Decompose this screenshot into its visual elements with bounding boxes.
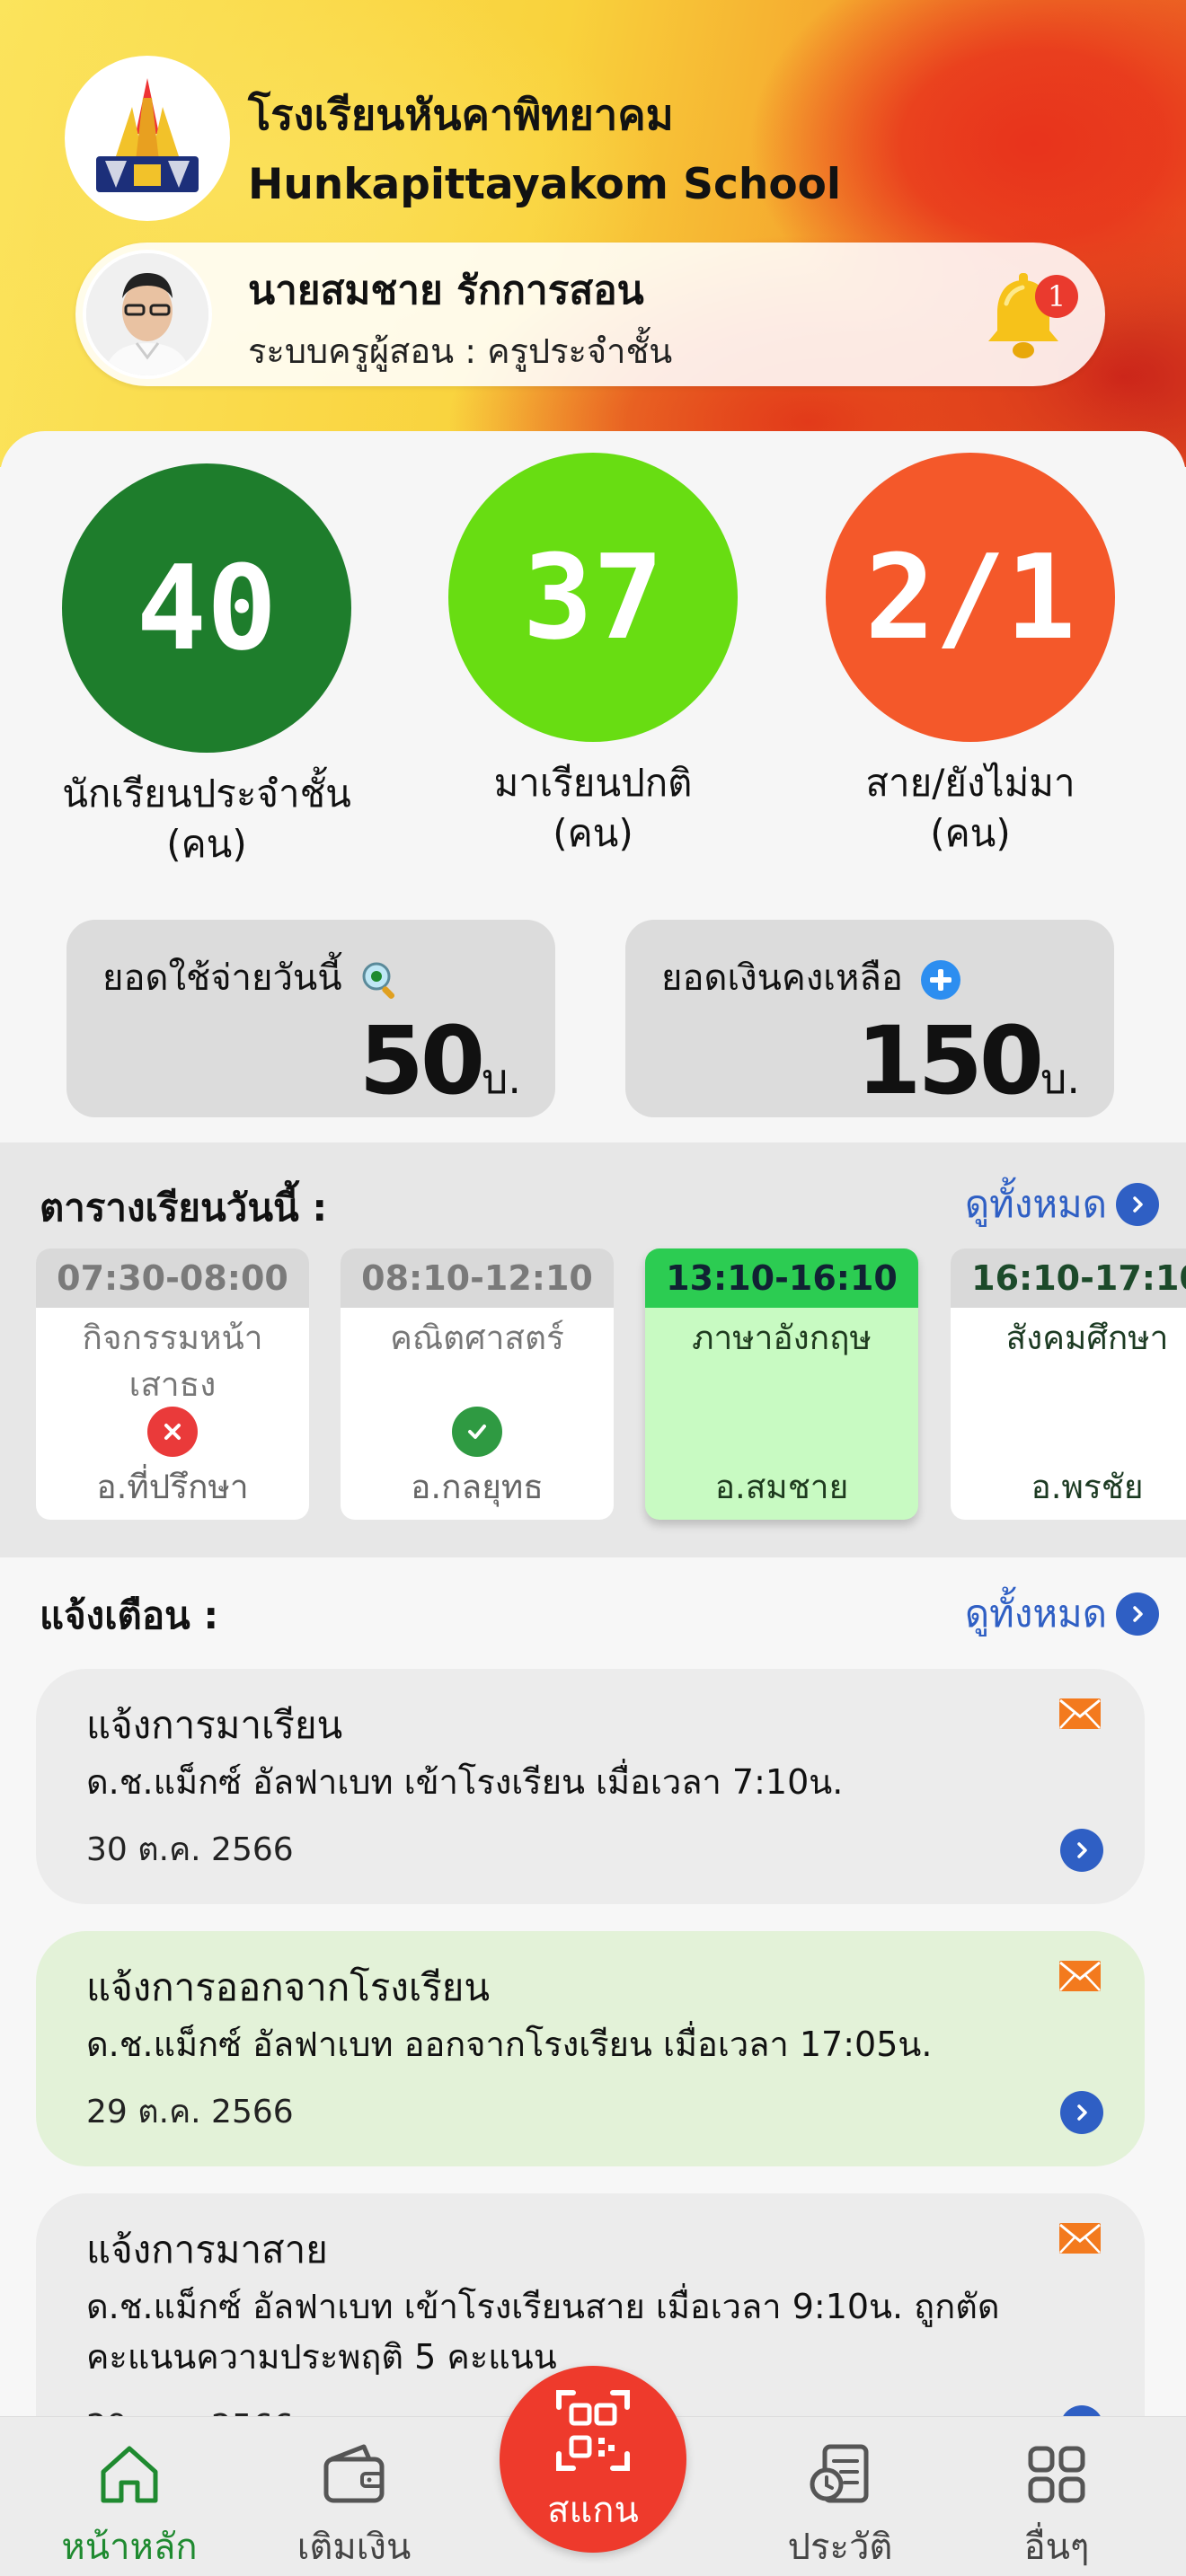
class-card[interactable]: 08:10-12:10 คณิตศาสตร์ อ.กลยุทธ bbox=[341, 1248, 614, 1520]
class-subject: กิจกรรมหน้าเสาธง bbox=[82, 1319, 263, 1404]
class-subject: ภาษาอังกฤษ bbox=[692, 1319, 872, 1357]
stat-label-line2: (คน) bbox=[553, 811, 633, 855]
class-time: 13:10-16:10 bbox=[645, 1248, 918, 1308]
notification-body: ด.ช.แม็กซ์ อัลฟาเบท เข้าโรงเรียนสาย เมื่… bbox=[86, 2287, 1000, 2377]
mail-icon bbox=[1059, 2223, 1101, 2254]
spending-title: ยอดใช้จ่ายวันนี้ bbox=[102, 957, 342, 999]
wallet-icon bbox=[255, 2437, 453, 2512]
balance-title: ยอดเงินคงเหลือ bbox=[661, 957, 903, 999]
class-teacher: อ.สมชาย bbox=[714, 1468, 849, 1506]
balance-value: 150บ. bbox=[856, 1006, 1080, 1116]
see-all-label: ดูทั้งหมด bbox=[964, 1182, 1107, 1226]
stat-total-students[interactable]: 40 นักเรียนประจำชั้น (คน) bbox=[58, 463, 355, 869]
class-card[interactable]: 16:10-17:10 สังคมศึกษา อ.พรชัย bbox=[951, 1248, 1186, 1520]
notification-body: ด.ช.แม็กซ์ อัลฟาเบท ออกจากโรงเรียน เมื่อ… bbox=[86, 2025, 933, 2064]
add-icon[interactable] bbox=[920, 959, 961, 1001]
notification-date: 29 ต.ค. 2566 bbox=[86, 2094, 294, 2130]
class-card-current[interactable]: 13:10-16:10 ภาษาอังกฤษ อ.สมชาย bbox=[645, 1248, 918, 1520]
nav-history[interactable]: ประวัติ bbox=[741, 2437, 939, 2575]
teacher-name: นายสมชาย รักการสอน bbox=[248, 268, 644, 313]
teacher-role: ระบบครูผู้สอน : ครูประจำชั้น bbox=[248, 331, 673, 371]
notification-card[interactable]: แจ้งการมาเรียน ด.ช.แม็กซ์ อัลฟาเบท เข้าโ… bbox=[36, 1669, 1145, 1904]
stat-circle: 40 bbox=[62, 463, 351, 753]
stat-label-line1: สาย/ยังไม่มา bbox=[865, 761, 1075, 805]
notification-date: 30 ต.ค. 2566 bbox=[86, 1831, 294, 1868]
class-teacher: อ.พรชัย bbox=[1031, 1468, 1144, 1506]
class-subject: สังคมศึกษา bbox=[1005, 1319, 1169, 1357]
school-name-english: Hunkapittayakom School bbox=[248, 160, 842, 209]
notification-title: แจ้งการออกจากโรงเรียน bbox=[86, 1965, 491, 2009]
stat-label: สาย/ยังไม่มา (คน) bbox=[822, 758, 1119, 859]
class-time: 16:10-17:10 bbox=[951, 1248, 1186, 1308]
chevron-right-icon[interactable] bbox=[1060, 1829, 1103, 1872]
money-title: ยอดเงินคงเหลือ bbox=[661, 948, 961, 1006]
home-icon bbox=[31, 2437, 228, 2512]
class-time: 07:30-08:00 bbox=[36, 1248, 309, 1308]
magnifier-icon[interactable] bbox=[358, 958, 402, 1001]
class-card[interactable]: 07:30-08:00 กิจกรรมหน้าเสาธง อ.ที่ปรึกษา bbox=[36, 1248, 309, 1520]
stat-label-line1: นักเรียนประจำชั้น bbox=[62, 772, 351, 816]
class-time: 08:10-12:10 bbox=[341, 1248, 614, 1308]
balance-card[interactable]: ยอดเงินคงเหลือ 150บ. bbox=[625, 920, 1114, 1117]
scan-label: สแกน bbox=[547, 2490, 639, 2531]
teacher-profile-card[interactable]: นายสมชาย รักการสอน ระบบครูผู้สอน : ครูปร… bbox=[75, 243, 1105, 386]
see-all-label: ดูทั้งหมด bbox=[964, 1592, 1107, 1636]
chevron-right-icon bbox=[1116, 1592, 1159, 1636]
header-banner: โรงเรียนหันคาพิทยาคม Hunkapittayakom Sch… bbox=[0, 0, 1186, 467]
mail-icon bbox=[1059, 1698, 1101, 1729]
notification-card[interactable]: แจ้งการออกจากโรงเรียน ด.ช.แม็กซ์ อัลฟาเบ… bbox=[36, 1931, 1145, 2166]
stat-label: นักเรียนประจำชั้น (คน) bbox=[58, 769, 355, 869]
spending-value: 50บ. bbox=[358, 1006, 521, 1116]
stat-label: มาเรียนปกติ (คน) bbox=[445, 758, 741, 859]
nav-more-label: อื่นๆ bbox=[1023, 2527, 1090, 2568]
notifications-title: แจ้งเตือน : bbox=[40, 1593, 219, 1637]
qr-scan-icon bbox=[556, 2390, 630, 2471]
history-icon bbox=[741, 2437, 939, 2512]
present-check-icon bbox=[452, 1407, 502, 1457]
schedule-see-all-link[interactable]: ดูทั้งหมด bbox=[965, 1175, 1159, 1234]
stat-circle: 37 bbox=[448, 453, 738, 742]
class-teacher: อ.กลยุทธ bbox=[411, 1468, 544, 1506]
money-title: ยอดใช้จ่ายวันนี้ bbox=[102, 948, 402, 1006]
notification-badge: 1 bbox=[1035, 275, 1078, 318]
stat-late-absent-students[interactable]: 2/1 สาย/ยังไม่มา (คน) bbox=[822, 453, 1119, 859]
stat-label-line1: มาเรียนปกติ bbox=[493, 761, 693, 805]
school-logo bbox=[65, 56, 230, 221]
chevron-right-icon[interactable] bbox=[1060, 2091, 1103, 2134]
stat-label-line2: (คน) bbox=[166, 822, 247, 866]
notifications-section: แจ้งเตือน : ดูทั้งหมด แจ้งการมาเรียน ด.ช… bbox=[0, 1557, 1186, 2420]
class-teacher: อ.ที่ปรึกษา bbox=[96, 1468, 249, 1506]
notifications-see-all-link[interactable]: ดูทั้งหมด bbox=[965, 1584, 1159, 1644]
stat-circle: 2/1 bbox=[826, 453, 1115, 742]
balance-amount: 150 bbox=[856, 1006, 1044, 1116]
class-subject: คณิตศาสตร์ bbox=[390, 1319, 564, 1357]
stat-label-line2: (คน) bbox=[930, 811, 1011, 855]
grid-icon bbox=[958, 2437, 1155, 2512]
schedule-section: ตารางเรียนวันนี้ : ดูทั้งหมด 07:30-08:00… bbox=[0, 1142, 1186, 1557]
schedule-title: ตารางเรียนวันนี้ : bbox=[40, 1186, 328, 1230]
avatar[interactable] bbox=[83, 250, 212, 379]
notification-title: แจ้งการมาสาย bbox=[86, 2228, 328, 2272]
chevron-right-icon bbox=[1116, 1183, 1159, 1226]
nav-history-label: ประวัติ bbox=[787, 2527, 893, 2568]
currency-unit: บ. bbox=[1040, 1054, 1080, 1103]
stat-present-students[interactable]: 37 มาเรียนปกติ (คน) bbox=[445, 453, 741, 859]
nav-topup-label: เติมเงิน bbox=[296, 2527, 412, 2568]
spending-amount: 50 bbox=[358, 1006, 485, 1116]
nav-more[interactable]: อื่นๆ bbox=[958, 2437, 1155, 2575]
notification-body: ด.ช.แม็กซ์ อัลฟาเบท เข้าโรงเรียน เมื่อเว… bbox=[86, 1762, 844, 1802]
scan-button[interactable]: สแกน bbox=[500, 2366, 686, 2553]
nav-home[interactable]: หน้าหลัก bbox=[31, 2437, 228, 2575]
nav-home-label: หน้าหลัก bbox=[61, 2527, 198, 2568]
notification-title: แจ้งการมาเรียน bbox=[86, 1703, 343, 1747]
school-name-thai: โรงเรียนหันคาพิทยาคม bbox=[248, 91, 674, 140]
today-spending-card[interactable]: ยอดใช้จ่ายวันนี้ 50บ. bbox=[66, 920, 555, 1117]
currency-unit: บ. bbox=[482, 1054, 521, 1103]
absent-x-icon bbox=[147, 1407, 198, 1457]
mail-icon bbox=[1059, 1961, 1101, 1991]
nav-topup[interactable]: เติมเงิน bbox=[255, 2437, 453, 2575]
